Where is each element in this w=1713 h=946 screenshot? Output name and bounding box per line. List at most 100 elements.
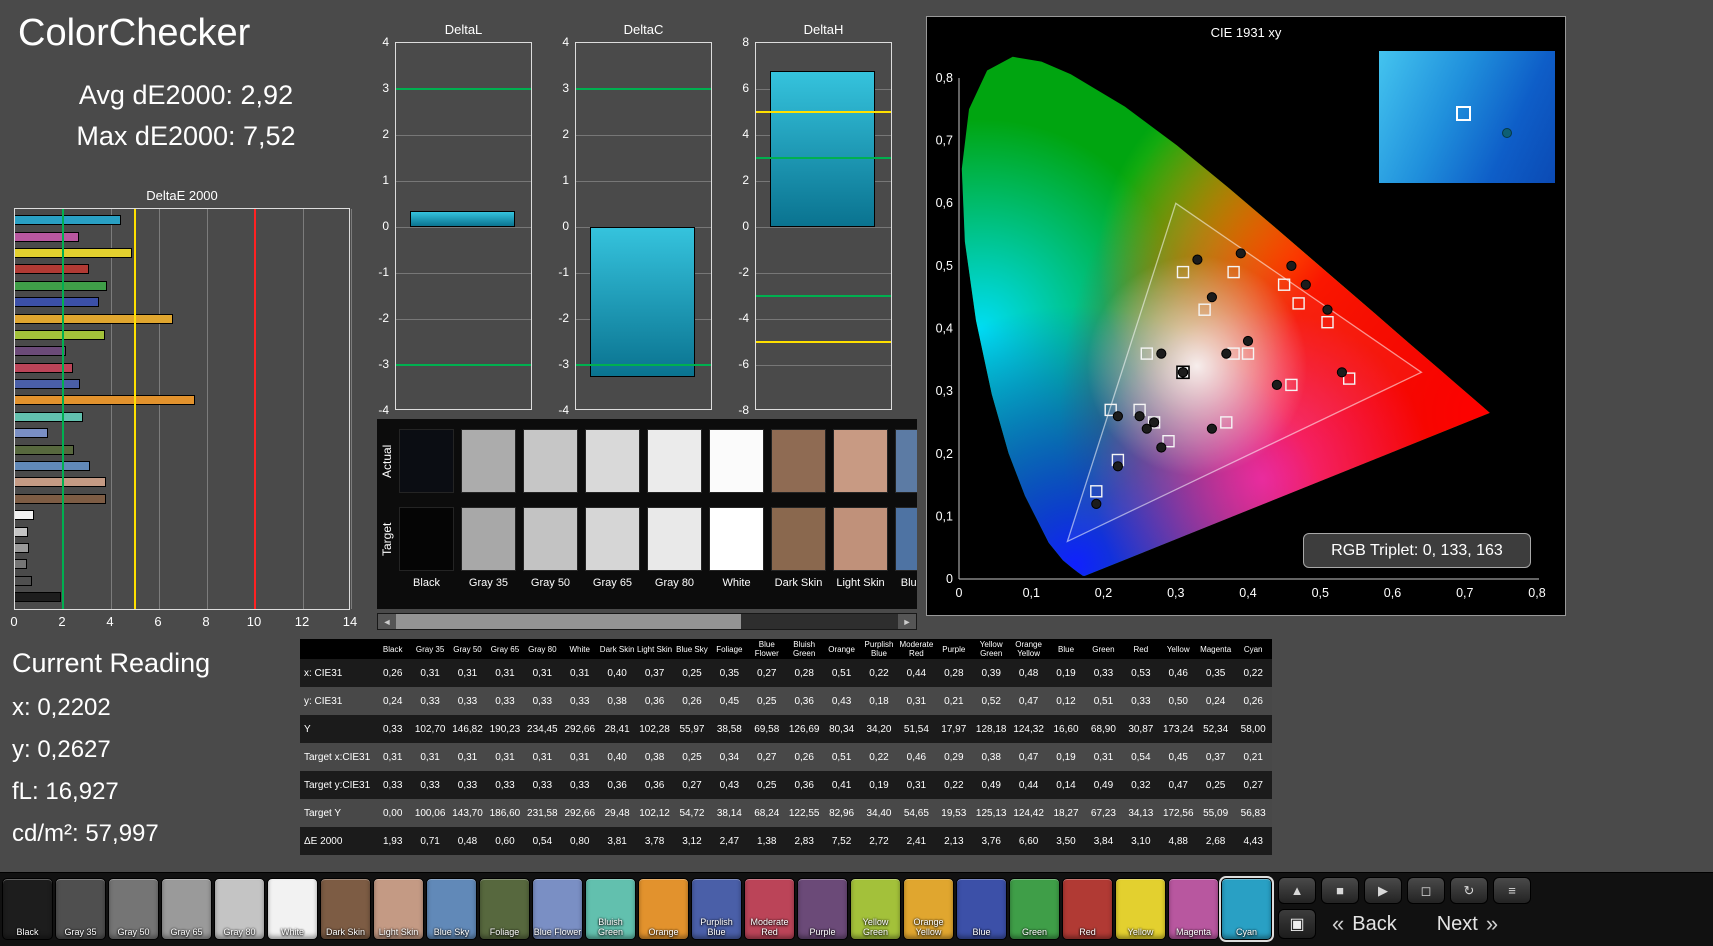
table-cell: 0,27: [1243, 779, 1263, 791]
patch-target-blue-sky: [895, 507, 917, 571]
scroll-right-button[interactable]: ►: [898, 614, 916, 629]
deltae-threshold-green: [62, 209, 64, 609]
table-cell: 0,31: [906, 695, 927, 707]
patch-grid-scrollbar[interactable]: ◄ ►: [377, 613, 917, 630]
deltae-xtick: 14: [342, 614, 358, 629]
table-cell: 173,24: [1162, 723, 1194, 735]
table-cell: 102,70: [414, 723, 446, 735]
scroll-left-button[interactable]: ◄: [378, 614, 396, 629]
collapse-button[interactable]: ▲: [1278, 877, 1316, 904]
scrollbar-thumb[interactable]: [396, 614, 741, 629]
refresh-button[interactable]: ↻: [1450, 877, 1488, 904]
swatch-button-white[interactable]: White: [267, 878, 318, 940]
playback-controls: ▲ ■ ▶ ◻ ↻ ≡ ▣ « Back Next »: [1278, 877, 1708, 943]
patch-actual-gray-80: [647, 429, 702, 493]
axis-tick: 6: [742, 81, 749, 95]
cie-measured-marker-purple: [1156, 442, 1167, 453]
table-cell: 58,00: [1240, 723, 1266, 735]
patch-name: Gray 50: [530, 577, 571, 589]
axis-tick: 4: [382, 35, 389, 49]
swatch-button-gray-65[interactable]: Gray 65: [161, 878, 212, 940]
patch-actual-black: [399, 429, 454, 493]
deltae-bar-row: [15, 441, 349, 457]
scrollbar-track[interactable]: [741, 614, 898, 629]
frame-button[interactable]: ◻: [1407, 877, 1445, 904]
row-label: ΔE 2000: [304, 835, 343, 847]
column-header-purple: Purple: [935, 639, 973, 659]
swatch-button-light-skin[interactable]: Light Skin: [373, 878, 424, 940]
table-row-x-cie31: x: CIE31 0,26 0,31 0,31 0,31 0,31 0,31 0,40 0,37…: [300, 659, 1272, 687]
swatch-button-purple[interactable]: Purple: [797, 878, 848, 940]
swatch-button-green[interactable]: Green: [1009, 878, 1060, 940]
next-label: Next: [1436, 912, 1478, 935]
patch-actual-white: [709, 429, 764, 493]
swatch-button-orange[interactable]: Orange: [638, 878, 689, 940]
column-header-blue: Blue: [1047, 639, 1085, 659]
table-cell: 186,60: [489, 807, 521, 819]
swatch-button-gray-50[interactable]: Gray 50: [108, 878, 159, 940]
table-cell: 0,19: [1056, 751, 1076, 763]
swatch-button-purplish-blue[interactable]: Purplish Blue: [691, 878, 742, 940]
table-cell: 0,36: [644, 779, 665, 791]
stop-button[interactable]: ■: [1321, 877, 1359, 904]
swatch-button-bluish-green[interactable]: Bluish Green: [585, 878, 636, 940]
swatch-button-cyan[interactable]: Cyan: [1219, 876, 1274, 942]
square-display-button[interactable]: ▣: [1278, 909, 1316, 939]
axis-tick: 8: [742, 35, 749, 49]
table-cell: 0,24: [382, 695, 403, 707]
deltae-bar-row: [15, 294, 349, 310]
table-cell: 0,28: [794, 667, 814, 679]
deltac-y-axis: 4 3 2 1 0 -1 -2 -3 -4: [549, 35, 571, 417]
cie-ytick: 0,7: [936, 134, 953, 148]
swatch-button-gray-80[interactable]: Gray 80: [214, 878, 265, 940]
menu-icon: ≡: [1508, 883, 1516, 898]
play-button[interactable]: ▶: [1364, 877, 1402, 904]
swatch-button-dark-skin[interactable]: Dark Skin: [320, 878, 371, 940]
swatch-label: Orange: [648, 926, 679, 937]
table-cell: 0,28: [944, 667, 964, 679]
swatch-label: Green: [1021, 926, 1047, 937]
table-cell: 0,25: [757, 695, 777, 707]
back-button[interactable]: « Back: [1332, 911, 1397, 937]
deltal-plot: [395, 42, 532, 410]
swatch-button-gray-35[interactable]: Gray 35: [55, 878, 106, 940]
table-cell: 0,53: [1131, 667, 1151, 679]
table-cell: 0,33: [457, 779, 478, 791]
target-patch-row: [399, 507, 917, 571]
table-cell: 0,41: [831, 779, 852, 791]
inset-measured-marker: [1502, 127, 1513, 138]
deltac-title: DeltaC: [623, 22, 664, 37]
table-cell: 2,68: [1205, 835, 1226, 847]
table-cell: 52,34: [1203, 723, 1229, 735]
swatch-button-yellow-green[interactable]: Yellow Green: [850, 878, 901, 940]
row-label: Target x:CIE31: [304, 751, 371, 763]
menu-button[interactable]: ≡: [1493, 877, 1531, 904]
table-cell: 3,10: [1131, 835, 1151, 847]
deltah-chart: DeltaH 8 6 4 2 0 -2 -4 -6 -8: [738, 0, 892, 417]
axis-tick: 4: [562, 35, 569, 49]
swatch-button-magenta[interactable]: Magenta: [1168, 878, 1219, 940]
axis-tick: -2: [558, 311, 569, 325]
cie-measured-marker-bluish-green: [1156, 348, 1167, 359]
swatch-button-moderate-red[interactable]: Moderate Red: [744, 878, 795, 940]
axis-tick: 2: [562, 127, 569, 141]
swatch-button-blue-sky[interactable]: Blue Sky: [426, 878, 477, 940]
swatch-button-blue[interactable]: Blue: [956, 878, 1007, 940]
table-cell: 0,14: [1056, 779, 1076, 791]
swatch-button-yellow[interactable]: Yellow: [1115, 878, 1166, 940]
swatch-button-foliage[interactable]: Foliage: [479, 878, 530, 940]
axis-tick: 3: [562, 81, 569, 95]
swatch-label: Red: [1079, 926, 1096, 937]
table-cell: 0,50: [1168, 695, 1188, 707]
swatch-button-orange-yellow[interactable]: Orange Yellow: [903, 878, 954, 940]
swatch-button-red[interactable]: Red: [1062, 878, 1113, 940]
table-cell: 128,18: [975, 723, 1007, 735]
next-button[interactable]: Next »: [1437, 911, 1498, 937]
swatch-button-blue-flower[interactable]: Blue Flower: [532, 878, 583, 940]
swatch-button-black[interactable]: Black: [2, 878, 53, 940]
table-cell: 0,31: [420, 751, 440, 763]
axis-tick: -1: [558, 265, 569, 279]
table-cell: 55,97: [679, 723, 705, 735]
patch-name: Light Skin: [836, 577, 885, 589]
measurement-table: Black Gray 35 Gray 50 Gray 65 Gray 80 White Da…: [300, 639, 1272, 855]
